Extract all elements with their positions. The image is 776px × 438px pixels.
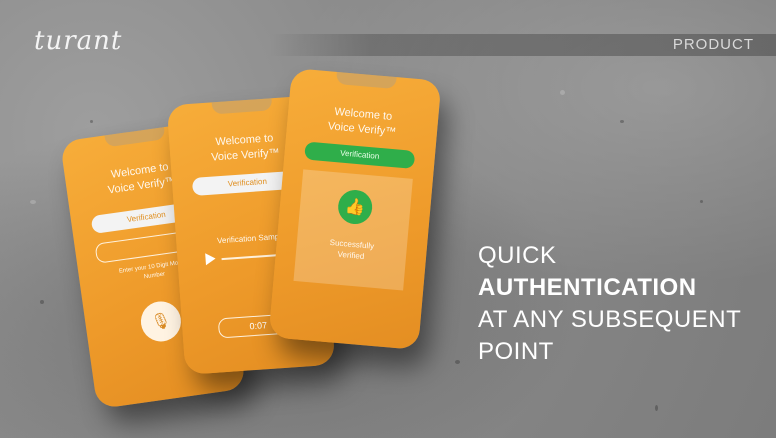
- verified-card: 👍 Successfully Verified: [293, 169, 413, 291]
- play-icon[interactable]: [205, 252, 216, 266]
- headline: QUICK AUTHENTICATION AT ANY SUBSEQUENT P…: [478, 240, 741, 368]
- headline-line3: AT ANY SUBSEQUENT: [478, 306, 742, 333]
- verification-button[interactable]: Verification: [304, 141, 416, 169]
- phone-mockup-verified: Welcome to Voice Verify™ Verification 👍 …: [268, 67, 442, 351]
- thumbs-up-icon: 👍: [336, 188, 374, 226]
- phone-notch: [211, 98, 273, 115]
- headline-line4: POINT: [478, 338, 554, 365]
- section-label: PRODUCT: [672, 36, 754, 53]
- headline-line1: QUICK: [478, 242, 557, 269]
- microphone-icon[interactable]: 🎙: [138, 298, 184, 345]
- phone-notch: [104, 127, 166, 148]
- headline-line2: AUTHENTICATION: [478, 274, 697, 301]
- phone-notch: [335, 71, 397, 90]
- slide-canvas: turant PRODUCT Welcome to Voice Verify™ …: [0, 0, 776, 438]
- brand-logo: turant: [34, 26, 123, 56]
